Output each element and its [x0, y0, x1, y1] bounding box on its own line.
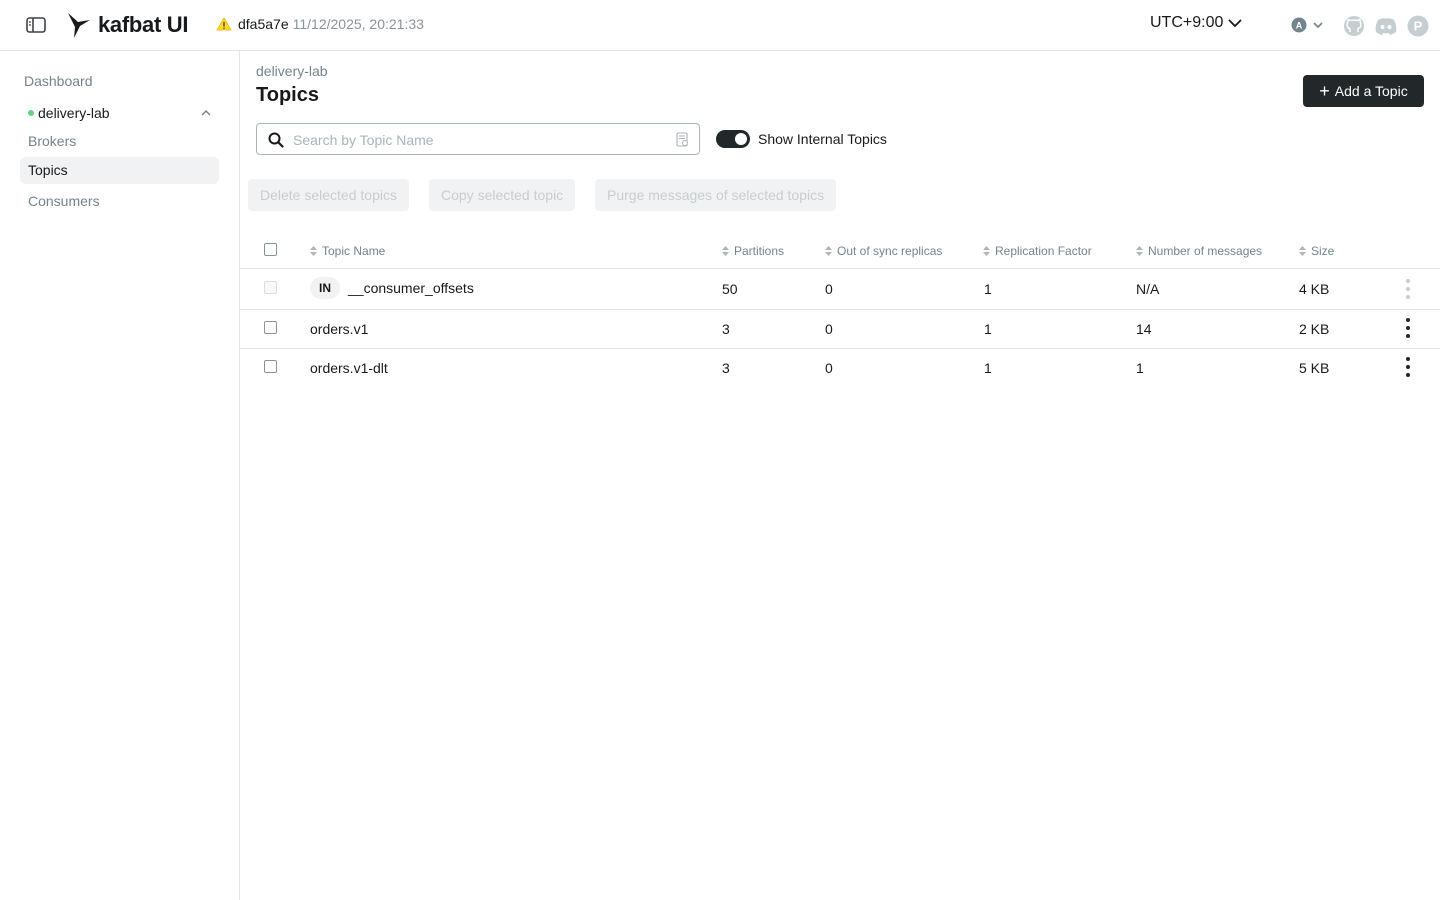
chevron-down-icon [1228, 19, 1243, 28]
cluster-status-dot [28, 110, 34, 116]
messages-cell: 14 [1136, 321, 1152, 337]
column-partitions[interactable]: Partitions [722, 244, 784, 258]
sidebar-toggle-icon[interactable] [24, 14, 48, 36]
sort-icon [310, 246, 317, 256]
warning-icon [216, 17, 232, 31]
show-internal-topics-label: Show Internal Topics [758, 131, 887, 147]
build-date: 11/12/2025, 20:21:33 [292, 16, 424, 32]
sort-icon [983, 246, 990, 256]
table-row: orders.v1 3 0 1 14 2 KB [240, 310, 1440, 349]
column-topic-name[interactable]: Topic Name [310, 244, 385, 258]
topic-search-input[interactable] [293, 130, 663, 150]
sidebar-item-consumers[interactable]: Consumers [20, 188, 219, 215]
column-number-of-messages[interactable]: Number of messages [1136, 244, 1262, 258]
add-topic-button[interactable]: + Add a Topic [1303, 75, 1424, 107]
table-row: IN __consumer_offsets 50 0 1 N/A 4 KB [240, 269, 1440, 310]
table-header: Topic Name Partitions Out of sync replic… [240, 231, 1440, 269]
sort-icon [1299, 246, 1306, 256]
user-avatar-icon: A [1291, 17, 1307, 33]
column-label: Partitions [734, 244, 785, 258]
svg-text:A: A [1296, 21, 1303, 31]
show-internal-topics-toggle[interactable] [716, 130, 750, 148]
toggle-knob [735, 133, 747, 145]
page-title: Topics [256, 84, 319, 106]
column-label: Out of sync replicas [837, 244, 943, 258]
row-actions-menu-icon[interactable] [1400, 279, 1416, 299]
column-label: Number of messages [1148, 244, 1263, 258]
out-of-sync-cell: 0 [825, 321, 833, 337]
sidebar: Dashboard delivery-lab Brokers Topics Co… [0, 51, 240, 900]
partitions-cell: 50 [722, 281, 738, 297]
svg-text:P: P [1414, 19, 1423, 34]
replication-factor-cell: 1 [984, 360, 992, 376]
add-topic-label: Add a Topic [1334, 83, 1408, 99]
messages-cell: N/A [1136, 281, 1160, 297]
table-row: orders.v1-dlt 3 0 1 1 5 KB [240, 349, 1440, 388]
sort-icon [722, 246, 729, 256]
breadcrumb[interactable]: delivery-lab [256, 63, 328, 79]
size-cell: 4 KB [1299, 281, 1330, 297]
row-checkbox [264, 281, 277, 294]
cluster-name: delivery-lab [38, 105, 110, 121]
sidebar-item-topics[interactable]: Topics [20, 157, 219, 184]
size-cell: 2 KB [1299, 321, 1330, 337]
copy-selected-topic-button[interactable]: Copy selected topic [429, 179, 576, 211]
clear-search-icon[interactable] [676, 132, 690, 148]
column-label: Replication Factor [995, 244, 1092, 258]
chevron-up-icon[interactable] [200, 108, 212, 118]
version-hash[interactable]: dfa5a7e [238, 16, 289, 32]
purge-messages-button[interactable]: Purge messages of selected topics [595, 179, 837, 211]
sidebar-cluster-delivery-lab[interactable]: delivery-lab [28, 105, 218, 121]
topic-search-box [256, 123, 700, 155]
partitions-cell: 3 [722, 321, 730, 337]
timezone-select[interactable]: UTC+9:00 [1150, 14, 1243, 32]
row-checkbox[interactable] [264, 360, 277, 373]
out-of-sync-cell: 0 [825, 281, 833, 297]
user-menu[interactable]: A [1291, 17, 1325, 33]
topic-name-cell: IN __consumer_offsets [310, 277, 474, 299]
plus-icon: + [1319, 81, 1330, 101]
sort-icon [1136, 246, 1143, 256]
replication-factor-cell: 1 [984, 321, 992, 337]
sidebar-item-dashboard[interactable]: Dashboard [24, 73, 93, 89]
chevron-down-icon [1313, 22, 1323, 29]
size-cell: 5 KB [1299, 360, 1330, 376]
topic-name-link[interactable]: __consumer_offsets [348, 280, 474, 296]
discord-icon[interactable] [1374, 15, 1398, 37]
topic-name-link[interactable]: orders.v1 [310, 321, 368, 337]
sidebar-item-brokers[interactable]: Brokers [20, 128, 219, 155]
partitions-cell: 3 [722, 360, 730, 376]
column-label: Size [1311, 244, 1335, 258]
timezone-value: UTC+9:00 [1150, 14, 1224, 31]
app-logo[interactable]: kafbat UI [66, 11, 189, 39]
messages-cell: 1 [1136, 360, 1144, 376]
search-icon [268, 132, 284, 148]
row-actions-menu-icon[interactable] [1400, 357, 1416, 377]
top-bar: kafbat UI dfa5a7e 11/12/2025, 20:21:33 U… [0, 0, 1440, 51]
topics-table: Topic Name Partitions Out of sync replic… [240, 231, 1440, 388]
product-hunt-icon[interactable]: P [1407, 15, 1429, 37]
row-checkbox[interactable] [264, 321, 277, 334]
column-size[interactable]: Size [1299, 244, 1334, 258]
app-name: kafbat UI [98, 12, 189, 37]
column-out-of-sync-replicas[interactable]: Out of sync replicas [825, 244, 942, 258]
github-icon[interactable] [1343, 15, 1365, 37]
replication-factor-cell: 1 [984, 281, 992, 297]
select-all-checkbox[interactable] [264, 243, 277, 256]
delete-selected-topics-button[interactable]: Delete selected topics [248, 179, 409, 211]
sort-icon [825, 246, 832, 256]
kafbat-logo-icon [68, 13, 90, 38]
out-of-sync-cell: 0 [825, 360, 833, 376]
column-replication-factor[interactable]: Replication Factor [983, 244, 1092, 258]
version-info: dfa5a7e 11/12/2025, 20:21:33 [216, 16, 424, 32]
topic-name-link[interactable]: orders.v1-dlt [310, 360, 388, 376]
internal-badge: IN [310, 277, 340, 299]
column-label: Topic Name [322, 244, 386, 258]
main-content: delivery-lab Topics + Add a Topic Show I… [240, 51, 1440, 900]
row-actions-menu-icon[interactable] [1400, 318, 1416, 338]
